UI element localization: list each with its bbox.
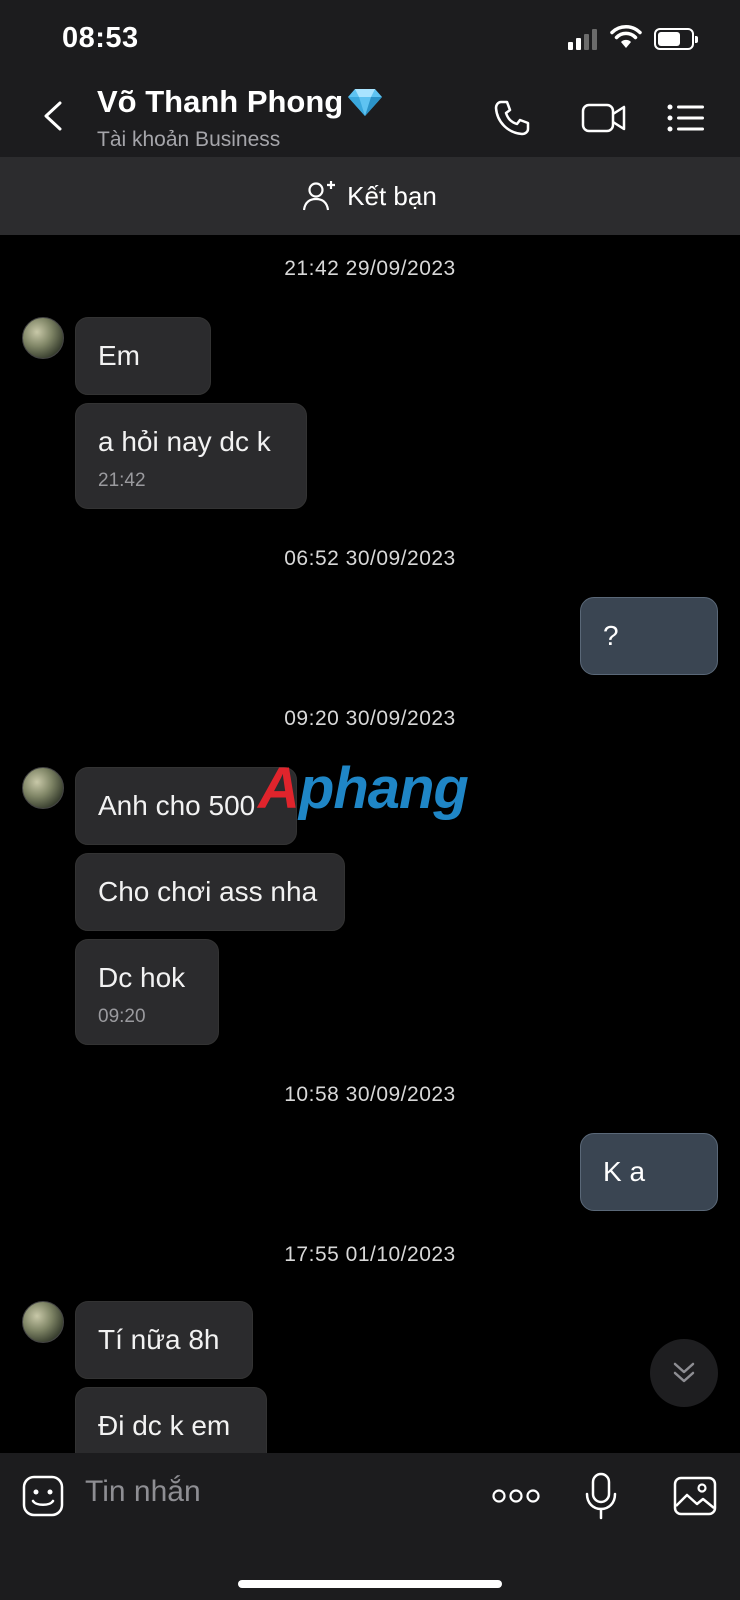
contact-name[interactable]: Võ Thanh Phong (97, 84, 343, 120)
image-icon (673, 1476, 717, 1516)
add-friend-button[interactable]: Kết bạn (0, 157, 740, 235)
microphone-icon (585, 1472, 617, 1520)
diamond-icon (348, 89, 383, 116)
video-call-button[interactable] (580, 96, 628, 140)
date-separator: 10:58 30/09/2023 (284, 1083, 456, 1106)
message-bubble-incoming[interactable]: Em (75, 317, 211, 395)
avatar[interactable] (22, 317, 64, 359)
back-button[interactable] (34, 96, 74, 136)
message-text: Đi dc k em (98, 1410, 231, 1441)
message-text: K a (603, 1156, 646, 1187)
message-text: Dc hok (98, 962, 186, 993)
message-time: 09:20 (98, 1006, 146, 1027)
message-bubble-outgoing[interactable]: ? (580, 597, 718, 675)
signal-icon (568, 28, 597, 50)
message-bubble-incoming[interactable]: Dc hok 09:20 (75, 939, 219, 1045)
message-time: 21:42 (98, 470, 146, 491)
message-bubble-incoming[interactable]: Tí nữa 8h (75, 1301, 253, 1379)
watermark-part1: A (258, 756, 300, 821)
image-button[interactable] (670, 1471, 720, 1521)
video-call-icon (581, 103, 626, 133)
chat-header: Võ Thanh Phong Tài khoản Business (0, 78, 740, 157)
message-input-bar: Tin nhắn (0, 1453, 740, 1600)
message-input[interactable]: Tin nhắn (85, 1475, 201, 1509)
message-bubble-incoming[interactable]: Đi dc k em (75, 1387, 267, 1453)
more-icon (492, 1489, 540, 1503)
voice-button[interactable] (576, 1471, 626, 1521)
watermark-part2: phang (298, 756, 469, 821)
date-separator: 09:20 30/09/2023 (284, 707, 456, 730)
message-text: Anh cho 500 (98, 790, 256, 821)
battery-fill (658, 32, 680, 46)
date-separator: 21:42 29/09/2023 (284, 257, 456, 280)
contact-subtitle: Tài khoản Business (97, 128, 281, 151)
call-button[interactable] (490, 96, 534, 140)
double-chevron-down-icon (673, 1362, 695, 1383)
message-bubble-outgoing[interactable]: K a (580, 1133, 718, 1211)
message-text: Cho chơi ass nha (98, 876, 318, 907)
status-bar: 08:53 (0, 0, 740, 78)
message-text: ? (603, 620, 619, 651)
home-indicator[interactable] (238, 1580, 502, 1588)
watermark-logo: Aphang (258, 755, 469, 822)
avatar[interactable] (22, 767, 64, 809)
message-bubble-incoming[interactable]: Cho chơi ass nha (75, 853, 345, 931)
emoji-icon (22, 1475, 64, 1517)
contact-name-row[interactable]: Võ Thanh Phong (97, 84, 383, 120)
add-friend-label[interactable]: Kết bạn (347, 181, 437, 212)
message-bubble-incoming[interactable]: a hỏi nay dc k 21:42 (75, 403, 307, 509)
add-person-icon (303, 181, 336, 211)
message-list[interactable]: 21:42 29/09/2023 Em a hỏi nay dc k 21:42… (0, 235, 740, 1453)
emoji-button[interactable] (18, 1471, 68, 1521)
message-text: Tí nữa 8h (98, 1324, 220, 1355)
phone-icon (494, 100, 530, 136)
date-separator: 06:52 30/09/2023 (284, 547, 456, 570)
chevron-left-icon (44, 101, 62, 131)
wifi-icon (610, 25, 642, 48)
message-text: a hỏi nay dc k (98, 426, 271, 457)
message-text: Em (98, 340, 140, 371)
date-separator: 17:55 01/10/2023 (284, 1243, 456, 1266)
avatar[interactable] (22, 1301, 64, 1343)
battery-icon (654, 28, 698, 50)
status-time: 08:53 (62, 22, 139, 54)
chat-screen: 08:53 Võ Thanh Phong Tài khoản Business … (0, 0, 740, 1600)
more-button[interactable] (490, 1471, 542, 1521)
scroll-to-bottom-button[interactable] (650, 1339, 718, 1407)
menu-list-icon (667, 104, 704, 132)
menu-button[interactable] (664, 96, 708, 140)
